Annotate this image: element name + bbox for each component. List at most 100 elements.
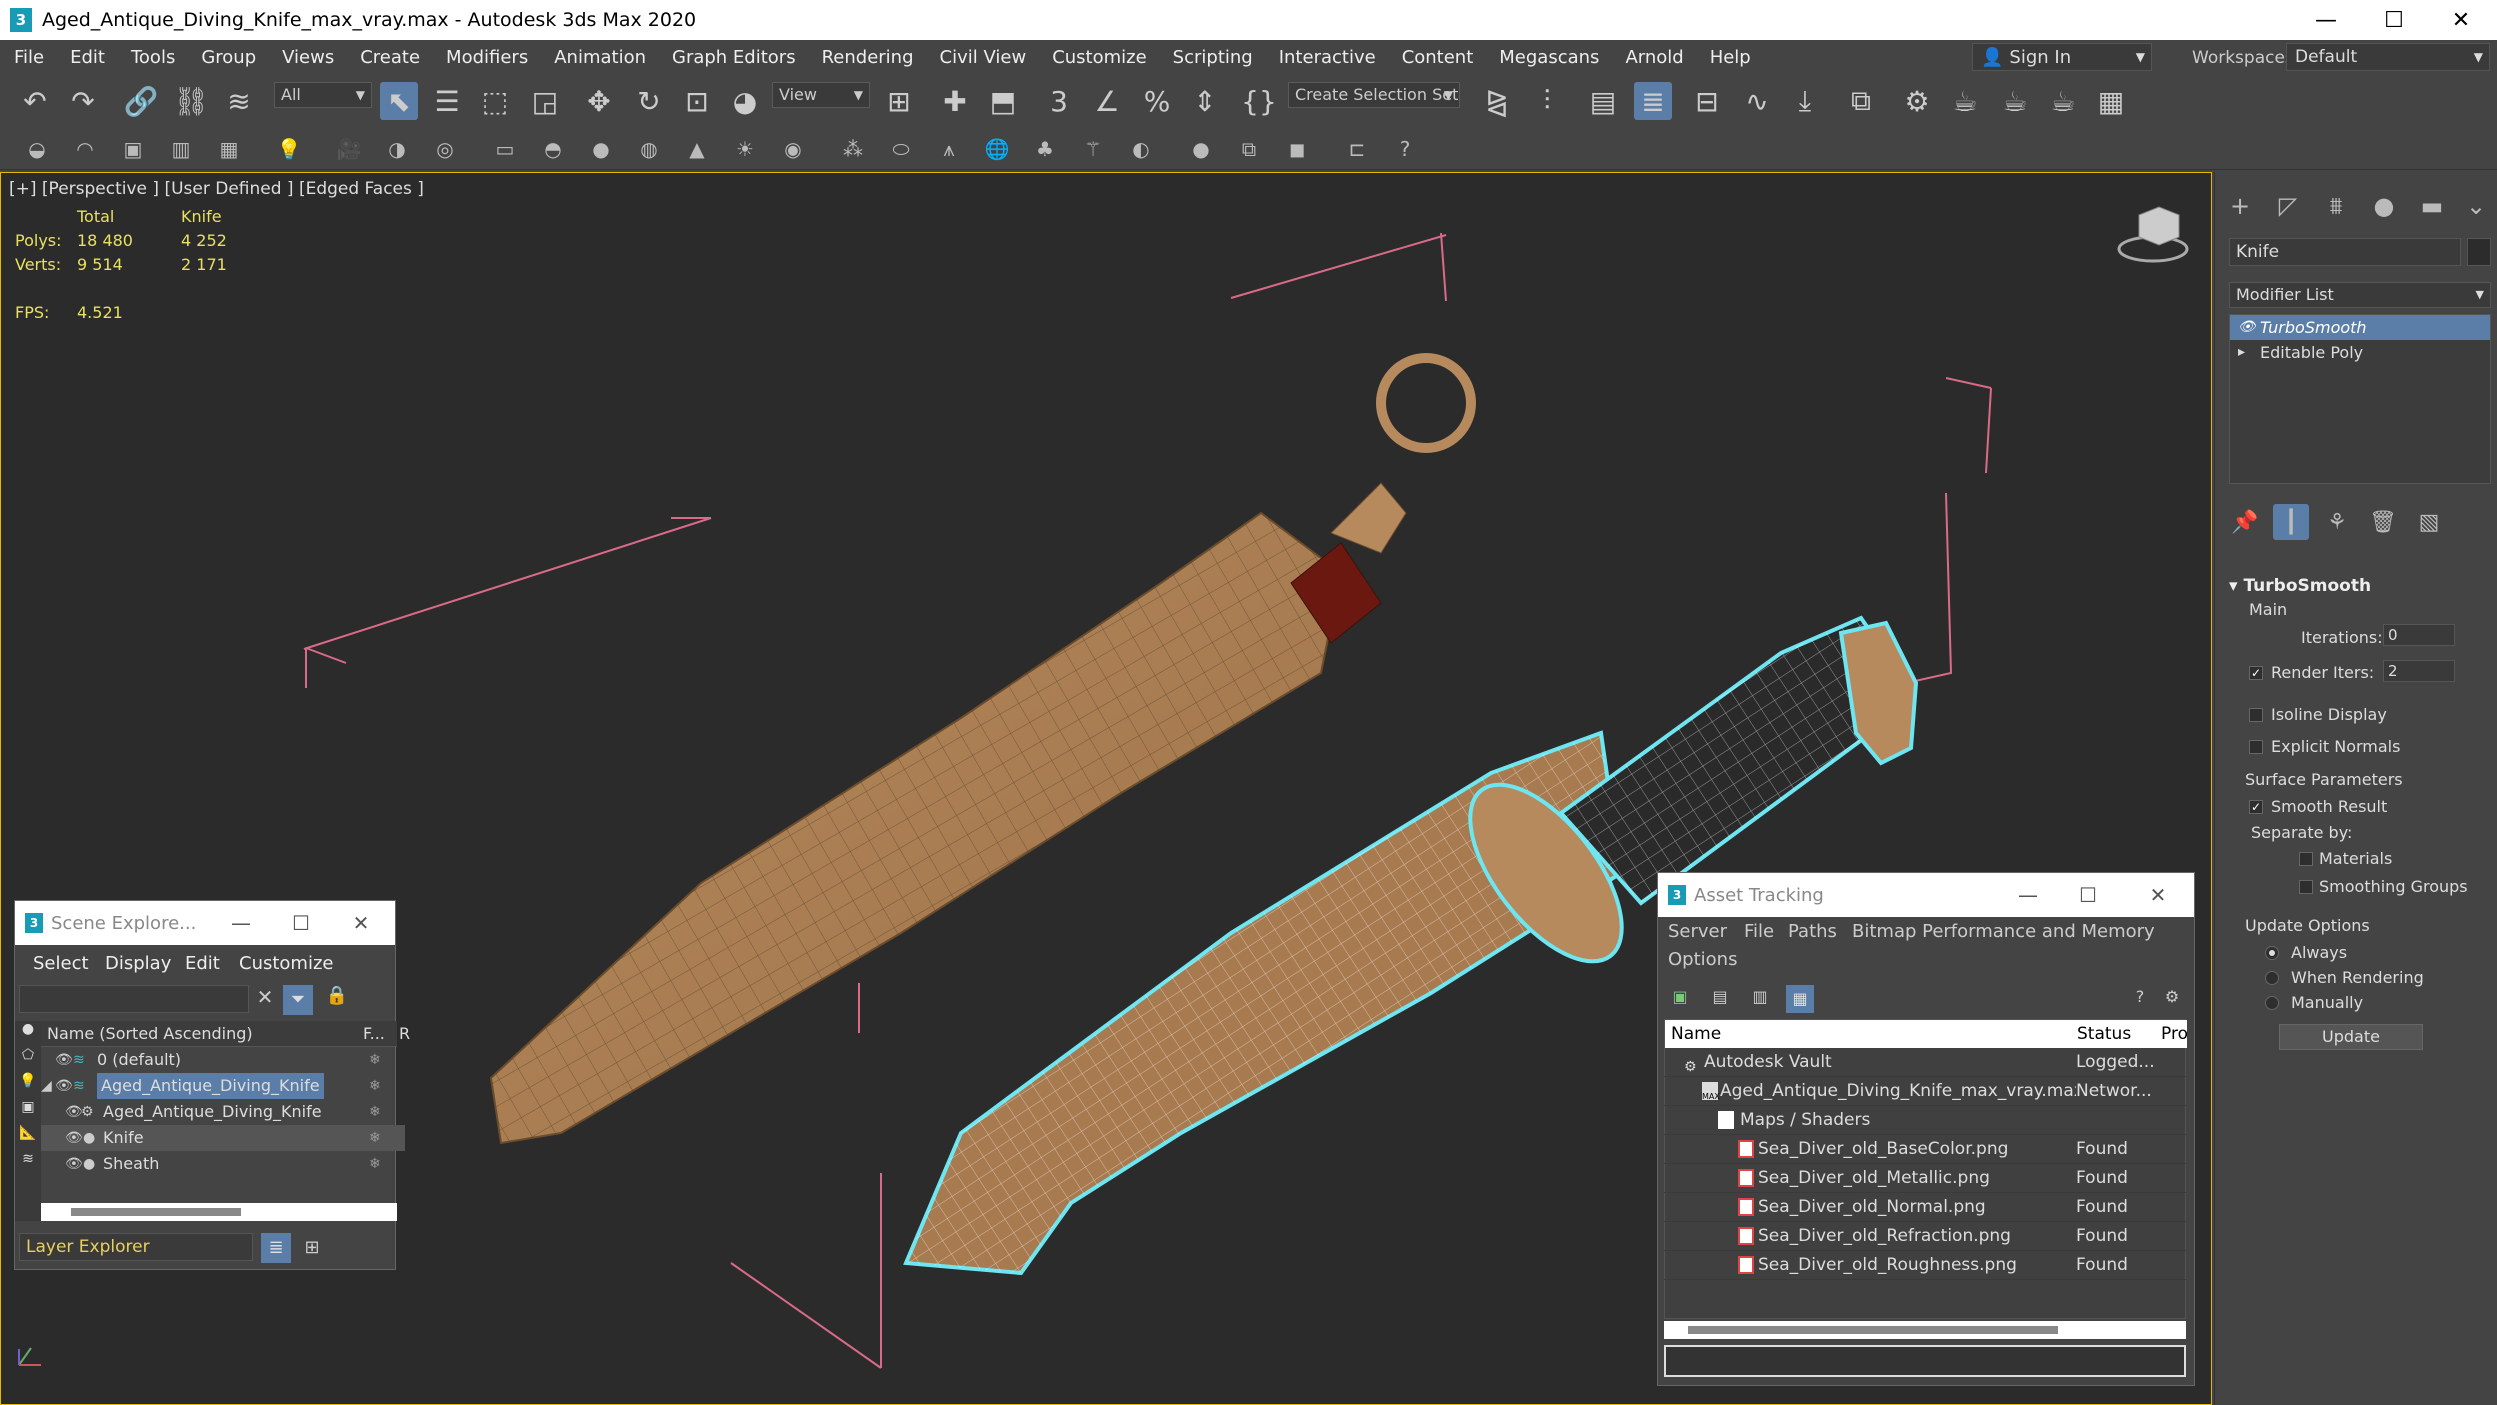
spinner-snap-icon[interactable]: ⇕ — [1186, 82, 1224, 120]
create-tab-icon[interactable]: + — [2221, 188, 2259, 224]
menu-megascans[interactable]: Megascans — [1486, 47, 1612, 68]
expand-arrow-icon[interactable]: ▸ — [2238, 340, 2245, 365]
clear-search-icon[interactable]: ✕ — [251, 985, 279, 1013]
edit-named-selection-icon[interactable]: {} — [1240, 82, 1278, 120]
snaps-toggle-icon[interactable]: 3 — [1040, 82, 1078, 120]
materials-checkbox[interactable] — [2299, 852, 2313, 866]
align-icon[interactable]: ⫶ — [1528, 82, 1566, 120]
grid-icon[interactable]: ▦ — [214, 134, 244, 164]
at-row-roughness[interactable]: Sea_Diver_old_Roughness.png Found — [1664, 1251, 2186, 1280]
at-menu-server[interactable]: Server — [1668, 921, 1727, 942]
at-row-basecolor[interactable]: Sea_Diver_old_BaseColor.png Found — [1664, 1135, 2186, 1164]
help-icon[interactable]: ? — [2128, 987, 2152, 1011]
percent-snap-icon[interactable]: % — [1138, 82, 1176, 120]
menu-graph-editors[interactable]: Graph Editors — [659, 47, 809, 68]
settings-icon[interactable]: ⚙ — [2160, 987, 2184, 1011]
menu-create[interactable]: Create — [347, 47, 433, 68]
export-icon[interactable]: ⊏ — [1342, 134, 1372, 164]
at-menu-file[interactable]: File — [1744, 921, 1774, 942]
select-by-name-icon[interactable]: ☰ — [428, 82, 466, 120]
isoline-display-checkbox[interactable] — [2249, 708, 2263, 722]
modifier-list-dropdown[interactable]: Modifier List — [2229, 282, 2491, 308]
stack-item-editable-poly[interactable]: ▸ Editable Poly — [2230, 340, 2490, 365]
compound-object-icon[interactable]: ◒ — [22, 134, 52, 164]
menu-civil-view[interactable]: Civil View — [927, 47, 1040, 68]
menu-content[interactable]: Content — [1389, 47, 1487, 68]
render-iters-checkbox[interactable]: ✓ — [2249, 666, 2263, 680]
globe-icon[interactable]: 🌐 — [982, 134, 1012, 164]
particle-icon[interactable]: ⁂ — [838, 134, 868, 164]
modify-tab-icon[interactable]: ◸ — [2269, 188, 2307, 224]
menu-rendering[interactable]: Rendering — [809, 47, 927, 68]
render-iters-spinner[interactable]: 2 — [2383, 660, 2455, 682]
help-icon[interactable]: ? — [1390, 134, 1420, 164]
torus-icon[interactable]: ◍ — [634, 134, 664, 164]
scene-explorer-icon[interactable]: ▤ — [1584, 82, 1622, 120]
at-row-max-file[interactable]: MAX Aged_Antique_Diving_Knife_max_vray.m… — [1664, 1077, 2186, 1106]
maximize-button[interactable]: ☐ — [2058, 873, 2118, 917]
eye-icon[interactable]: 👁 — [2238, 315, 2256, 340]
at-col-pro[interactable]: Pro — [2161, 1020, 2188, 1048]
close-button[interactable]: ✕ — [2425, 0, 2497, 40]
select-and-place-icon[interactable]: ◕ — [726, 82, 764, 120]
keyboard-shortcut-override-icon[interactable]: ⬒ — [984, 82, 1022, 120]
select-object-icon[interactable]: ⬉ — [380, 82, 418, 120]
motion-tab-icon[interactable]: ● — [2365, 188, 2403, 224]
show-end-result-icon[interactable]: ┃ — [2273, 504, 2309, 540]
se-menu-display[interactable]: Display — [105, 953, 171, 974]
menu-interactive[interactable]: Interactive — [1266, 47, 1389, 68]
explicit-normals-checkbox[interactable] — [2249, 740, 2263, 754]
minimize-button[interactable]: — — [1998, 873, 2058, 917]
camera-icon[interactable]: 🎥 — [334, 134, 364, 164]
freeze-icon[interactable]: ❄ — [369, 1073, 381, 1099]
turbosmooth-rollout-title[interactable]: ▾ TurboSmooth — [2229, 576, 2371, 596]
fur-icon[interactable]: ⩚ — [934, 134, 964, 164]
lock-icon[interactable]: 🔒 — [323, 985, 351, 1013]
eye-icon[interactable]: 👁 — [55, 1073, 73, 1099]
bind-space-warp-icon[interactable]: ≋ — [220, 82, 258, 120]
se-row-sheath[interactable]: 👁 ● Sheath ❄ — [41, 1151, 405, 1177]
se-row-aged-layer[interactable]: ◢ 👁 ≋ Aged_Antique_Diving_Knife ❄ — [41, 1073, 405, 1099]
refresh-icon[interactable]: ▣ — [1668, 987, 1692, 1011]
mirror-icon[interactable]: ⧎ — [1478, 82, 1516, 120]
object-name-input[interactable]: Knife — [2229, 238, 2461, 266]
menu-modifiers[interactable]: Modifiers — [433, 47, 541, 68]
at-menu-bitmap-performance[interactable]: Bitmap Performance and Memory — [1852, 921, 2155, 942]
plane-icon[interactable]: ▭ — [490, 134, 520, 164]
rendered-frame-window-icon[interactable]: ☕ — [1946, 82, 1984, 120]
render-production-icon[interactable]: ☕ — [1996, 82, 2034, 120]
freeze-icon[interactable]: ❄ — [369, 1047, 381, 1073]
sun-icon[interactable]: ☀ — [730, 134, 760, 164]
se-row-aged-object[interactable]: 👁 ⚙ Aged_Antique_Diving_Knife ❄ — [41, 1099, 405, 1125]
se-menu-edit[interactable]: Edit — [185, 953, 220, 974]
space-warp-icon[interactable]: ◎ — [430, 134, 460, 164]
curve-editor-icon[interactable]: ∿ — [1738, 82, 1776, 120]
select-and-move-icon[interactable]: ✥ — [580, 82, 618, 120]
at-menu-options[interactable]: Options — [1668, 949, 1737, 970]
pin-stack-icon[interactable]: 📌 — [2227, 504, 2263, 540]
frame-buffer-icon[interactable]: ⧉ — [1234, 134, 1264, 164]
rectangular-selection-icon[interactable]: ⬚ — [476, 82, 514, 120]
at-row-normal[interactable]: Sea_Diver_old_Normal.png Found — [1664, 1193, 2186, 1222]
manually-radio[interactable] — [2265, 996, 2279, 1010]
configure-modifier-sets-icon[interactable]: ▧ — [2411, 504, 2447, 540]
ribbon-icon[interactable]: ⊟ — [1688, 82, 1726, 120]
eye-icon[interactable]: 👁 — [65, 1151, 83, 1177]
menu-views[interactable]: Views — [269, 47, 347, 68]
smoothing-groups-checkbox[interactable] — [2299, 880, 2313, 894]
material-icon[interactable]: ◐ — [1126, 134, 1156, 164]
render-setup-icon[interactable]: ⚙ — [1898, 82, 1936, 120]
se-col-freeze[interactable]: F... — [363, 1021, 385, 1047]
close-button[interactable]: ✕ — [331, 901, 391, 945]
workspaces-dropdown[interactable]: Default ▼ — [2286, 43, 2490, 71]
container-icon[interactable]: ▥ — [166, 134, 196, 164]
object-color-swatch[interactable] — [2467, 238, 2491, 266]
pivot-center-icon[interactable]: ⊞ — [880, 82, 918, 120]
utilities-tab-icon[interactable]: ⌄ — [2457, 188, 2495, 224]
schematic-view-icon[interactable]: ⧉ — [1842, 82, 1880, 120]
sort-by-hierarchy-icon[interactable]: ⊞ — [297, 1233, 327, 1263]
at-col-status[interactable]: Status — [2077, 1020, 2131, 1048]
menu-group[interactable]: Group — [188, 47, 269, 68]
update-button[interactable]: Update — [2279, 1024, 2423, 1050]
sky-icon[interactable]: ◉ — [778, 134, 808, 164]
